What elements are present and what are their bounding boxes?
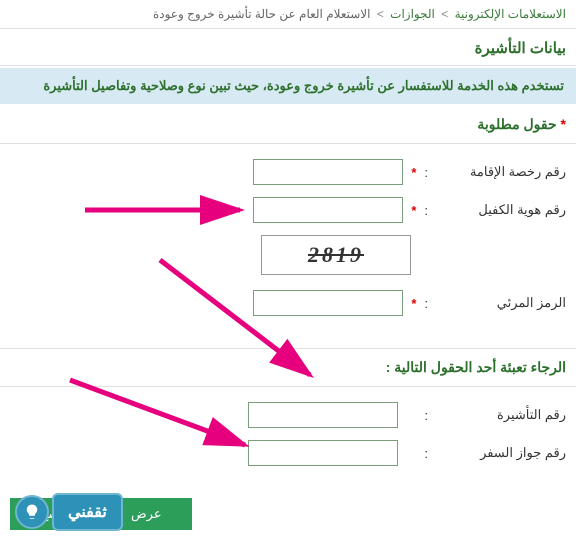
input-captcha[interactable] — [253, 290, 403, 316]
label-captcha: الرمز المرئي — [436, 295, 566, 311]
button-row: عرض مسح — [0, 488, 576, 540]
form-area: رقم رخصة الإقامة : * رقم هوية الكفيل : *… — [0, 144, 576, 338]
colon: : — [424, 203, 428, 218]
row-sponsor: رقم هوية الكفيل : * — [10, 197, 566, 223]
fill-one-title: الرجاء تعبئة أحد الحقول التالية : — [0, 348, 576, 387]
input-visa[interactable] — [248, 402, 398, 428]
clear-button[interactable]: مسح — [10, 498, 97, 530]
captcha-image: 2819 — [261, 235, 411, 275]
breadcrumb-item[interactable]: الجوازات — [390, 7, 435, 21]
input-sponsor[interactable] — [253, 197, 403, 223]
colon: : — [424, 408, 428, 423]
row-iqama: رقم رخصة الإقامة : * — [10, 159, 566, 185]
required-fields-title: * حقول مطلوبة — [0, 106, 576, 144]
breadcrumb-item[interactable]: الاستعلامات الإلكترونية — [455, 7, 566, 21]
form-area-2: رقم التأشيرة : رقم جواز السفر : — [0, 387, 576, 488]
required-fields-label: حقول مطلوبة — [477, 116, 556, 132]
colon: : — [424, 296, 428, 311]
label-iqama: رقم رخصة الإقامة — [436, 164, 566, 180]
required-star: * — [411, 165, 416, 180]
breadcrumb-current: الاستعلام العام عن حالة تأشيرة خروج وعود… — [153, 7, 371, 21]
view-button[interactable]: عرض — [101, 498, 192, 530]
row-passport: رقم جواز السفر : — [10, 440, 566, 466]
input-iqama[interactable] — [253, 159, 403, 185]
input-passport[interactable] — [248, 440, 398, 466]
required-marker: * — [561, 116, 566, 132]
label-sponsor: رقم هوية الكفيل — [436, 202, 566, 218]
section-title: بيانات التأشيرة — [0, 29, 576, 66]
label-visa: رقم التأشيرة — [436, 407, 566, 423]
colon: : — [424, 165, 428, 180]
colon: : — [424, 446, 428, 461]
breadcrumb-sep: > — [377, 7, 384, 21]
row-visa: رقم التأشيرة : — [10, 402, 566, 428]
info-bar: تستخدم هذه الخدمة للاستفسار عن تأشيرة خر… — [0, 68, 576, 104]
breadcrumb: الاستعلامات الإلكترونية > الجوازات > الا… — [0, 0, 576, 29]
label-passport: رقم جواز السفر — [436, 445, 566, 461]
breadcrumb-sep: > — [441, 7, 448, 21]
required-star: * — [411, 203, 416, 218]
row-captcha: الرمز المرئي : * — [10, 290, 566, 316]
required-star: * — [411, 296, 416, 311]
